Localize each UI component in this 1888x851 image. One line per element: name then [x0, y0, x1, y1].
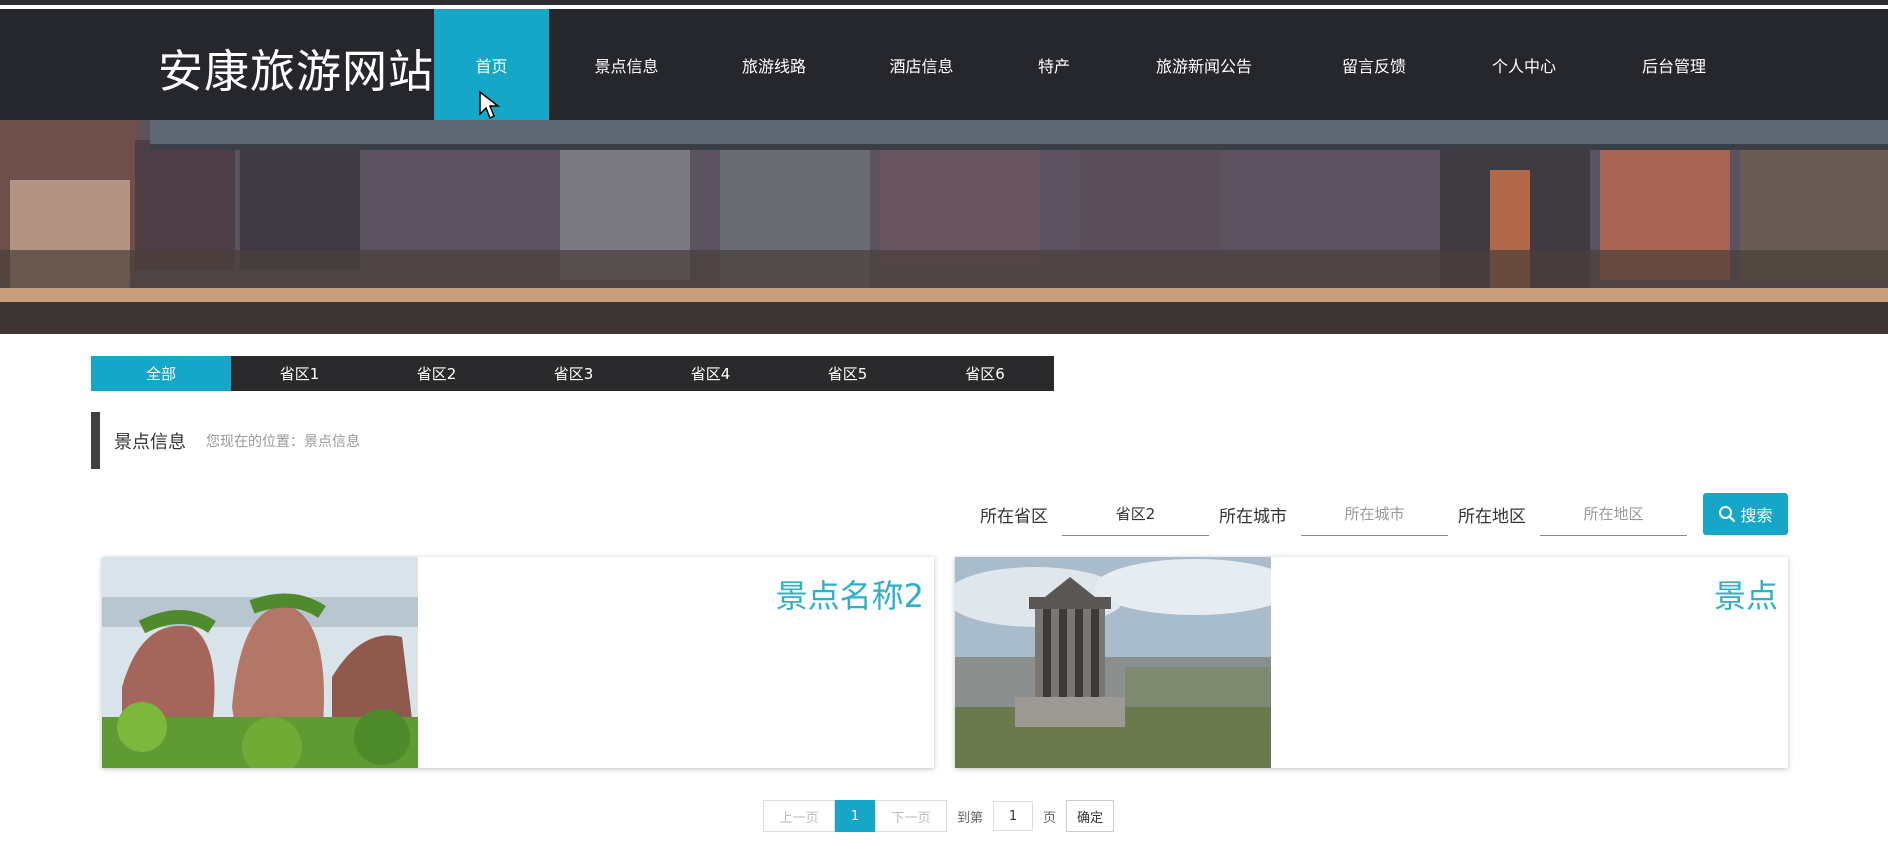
nav-user-center[interactable]: 个人中心	[1449, 9, 1599, 120]
main-nav: 首页 景点信息 旅游线路 酒店信息 特产 旅游新闻公告 留言反馈 个人中心 后台…	[434, 9, 1749, 120]
top-border	[0, 0, 1888, 9]
province-tabs: 全部 省区1 省区2 省区3 省区4 省区5 省区6	[91, 356, 1054, 391]
district-input[interactable]	[1540, 492, 1687, 536]
city-input[interactable]	[1301, 492, 1448, 536]
nav-feedback[interactable]: 留言反馈	[1299, 9, 1449, 120]
attraction-name[interactable]: 景点名称2	[776, 571, 924, 617]
site-header: 安康旅游网站 首页 景点信息 旅游线路 酒店信息 特产 旅游新闻公告 留言反馈 …	[0, 9, 1888, 120]
province-input[interactable]	[1062, 492, 1209, 536]
site-title: 安康旅游网站	[158, 45, 435, 98]
nav-hotels[interactable]: 酒店信息	[844, 9, 999, 120]
tab-province-6[interactable]: 省区6	[916, 356, 1054, 391]
search-button[interactable]: 搜索	[1703, 493, 1788, 535]
tab-province-3[interactable]: 省区3	[505, 356, 642, 391]
attraction-image	[102, 557, 418, 768]
nav-news[interactable]: 旅游新闻公告	[1109, 9, 1299, 120]
search-button-label: 搜索	[1740, 506, 1773, 525]
nav-admin[interactable]: 后台管理	[1599, 9, 1749, 120]
page-1-button[interactable]: 1	[835, 800, 875, 832]
prev-page-button[interactable]: 上一页	[763, 800, 835, 832]
page-number-input[interactable]	[993, 801, 1034, 831]
nav-attractions[interactable]: 景点信息	[549, 9, 704, 120]
banner-image	[0, 120, 1888, 334]
next-page-button[interactable]: 下一页	[875, 800, 947, 832]
attraction-name[interactable]: 景点	[1714, 571, 1778, 617]
tab-province-2[interactable]: 省区2	[368, 356, 505, 391]
attraction-card[interactable]: 景点名称2	[102, 557, 934, 768]
pagination: 上一页 1 下一页 到第 页 确定	[763, 800, 1115, 832]
mouse-cursor-icon	[479, 90, 500, 120]
section-title: 景点信息	[114, 431, 186, 453]
province-label: 所在省区	[980, 506, 1048, 527]
search-bar: 所在省区 所在城市 所在地区 搜索	[980, 492, 1788, 536]
tab-all[interactable]: 全部	[91, 356, 231, 391]
tab-province-4[interactable]: 省区4	[642, 356, 779, 391]
search-icon	[1719, 506, 1736, 523]
district-label: 所在地区	[1458, 506, 1526, 527]
goto-label: 到第	[957, 810, 984, 826]
attraction-image	[955, 557, 1271, 768]
attraction-card[interactable]: 景点	[955, 557, 1788, 768]
city-label: 所在城市	[1219, 506, 1287, 527]
confirm-page-button[interactable]: 确定	[1066, 800, 1115, 832]
nav-routes[interactable]: 旅游线路	[704, 9, 844, 120]
page-unit-label: 页	[1043, 810, 1057, 826]
breadcrumb: 您现在的位置：景点信息	[206, 433, 360, 450]
tab-province-1[interactable]: 省区1	[231, 356, 368, 391]
nav-specialties[interactable]: 特产	[999, 9, 1109, 120]
section-header: 景点信息 您现在的位置：景点信息	[91, 412, 360, 469]
tab-province-5[interactable]: 省区5	[779, 356, 916, 391]
